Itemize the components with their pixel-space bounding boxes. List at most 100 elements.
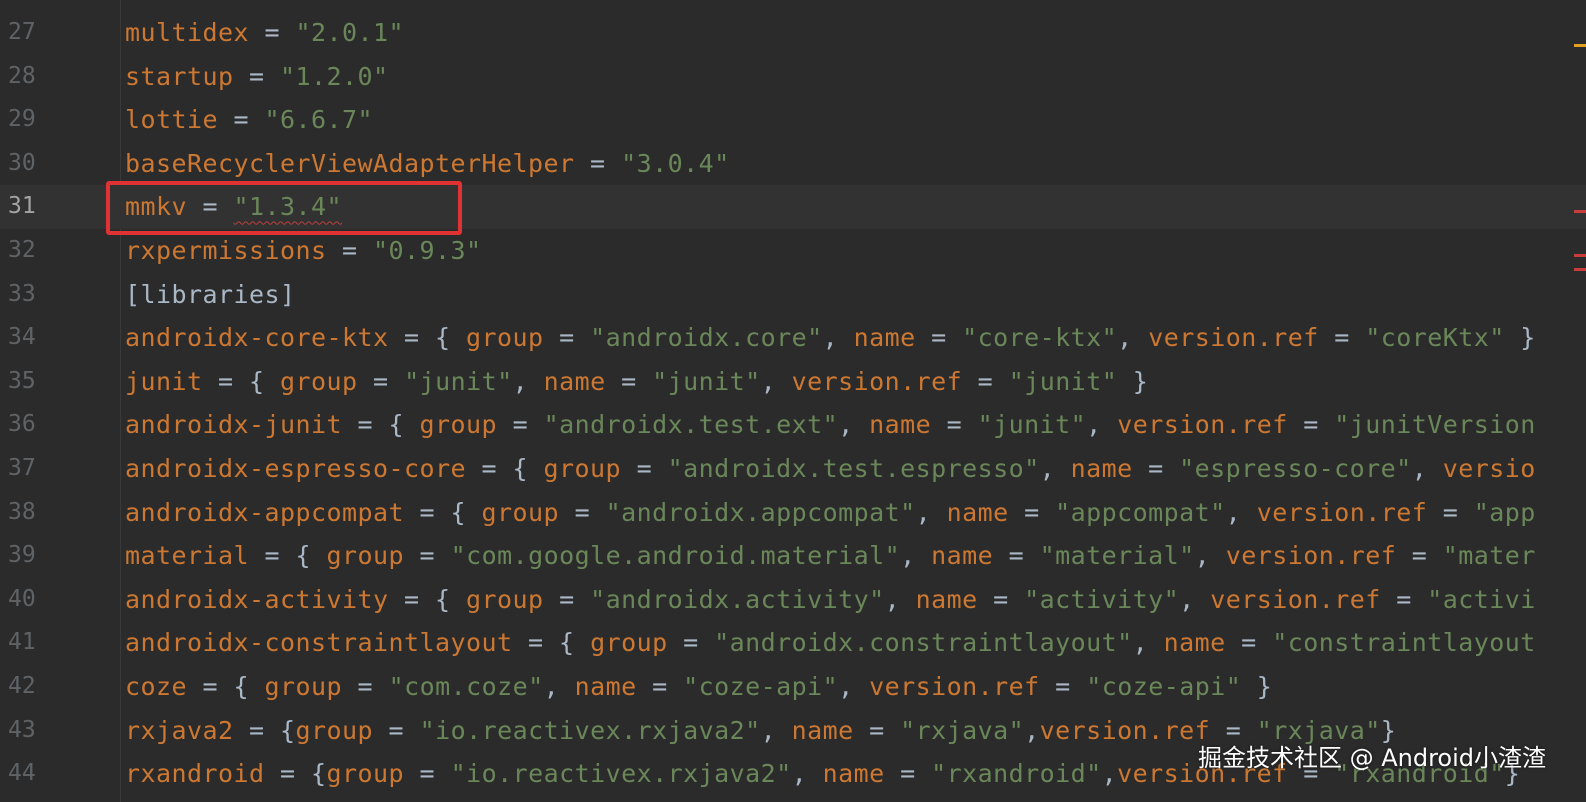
- code-line[interactable]: 40 androidx-activity = { group = "android…: [0, 578, 1586, 622]
- code-token: "junit": [652, 366, 761, 396]
- code-token: ,: [760, 366, 792, 396]
- code-editor[interactable]: 27 multidex = "2.0.1" 28 startup = "1.2.0" 2…: [0, 11, 1586, 796]
- code-text: startup = "1.2.0": [125, 55, 389, 99]
- code-token: ,: [1225, 497, 1257, 527]
- code-token: = {: [233, 715, 296, 745]
- line-number: 37: [8, 454, 36, 481]
- code-token: "coreKtx": [1365, 323, 1505, 353]
- code-token: group: [466, 584, 544, 614]
- code-line[interactable]: 27 multidex = "2.0.1": [0, 11, 1586, 55]
- code-token: =: [1039, 671, 1087, 701]
- line-number: 44: [8, 760, 36, 787]
- line-number: 35: [8, 367, 36, 394]
- code-line[interactable]: 37 androidx-espresso-core = { group = "an…: [0, 447, 1586, 491]
- code-token: name: [543, 366, 606, 396]
- code-token: "0.9.3": [373, 235, 482, 265]
- code-token: lottie: [125, 105, 219, 135]
- code-line[interactable]: 42 coze = { group = "com.coze", name = "c…: [0, 665, 1586, 709]
- code-token: versio: [1442, 453, 1536, 483]
- code-token: =: [1427, 497, 1474, 527]
- code-token: name: [1070, 453, 1133, 483]
- code-text: material = { group = "com.google.android…: [125, 534, 1536, 578]
- code-token: version.ref: [1225, 541, 1397, 571]
- code-token: "com.coze": [388, 671, 544, 701]
- code-token: = {: [264, 759, 327, 789]
- code-token: ,: [1086, 410, 1118, 440]
- code-line[interactable]: 38 androidx-appcompat = { group = "androi…: [0, 491, 1586, 535]
- code-token: =: [605, 366, 653, 396]
- line-number: 32: [8, 236, 36, 263]
- code-line[interactable]: 34 androidx-core-ktx = { group = "android…: [0, 316, 1586, 360]
- code-token: group: [419, 410, 498, 440]
- code-token: }: [1241, 671, 1273, 701]
- code-token: = {: [512, 628, 591, 658]
- code-token: "app: [1473, 497, 1536, 527]
- code-token: multidex: [125, 18, 250, 47]
- code-token: "activity": [1024, 584, 1180, 614]
- code-token: ,: [915, 497, 947, 527]
- line-number: 30: [8, 149, 36, 176]
- code-text: [libraries]: [125, 273, 296, 317]
- code-token: =: [915, 323, 963, 353]
- code-text: androidx-core-ktx = { group = "androidx.…: [125, 316, 1536, 360]
- code-token: }: [1117, 366, 1149, 396]
- code-token: group: [295, 715, 374, 745]
- line-number: 28: [8, 62, 36, 89]
- code-line[interactable]: 32 rxpermissions = "0.9.3": [0, 229, 1586, 273]
- code-token: material: [125, 541, 250, 571]
- code-token: =: [1132, 453, 1180, 483]
- code-token: "junit": [1008, 366, 1118, 396]
- code-token: = {: [404, 497, 482, 527]
- code-token: coze: [125, 671, 188, 701]
- code-line[interactable]: 29 lottie = "6.6.7": [0, 98, 1586, 142]
- code-text: junit = { group = "junit", name = "junit…: [125, 360, 1148, 404]
- code-token: name: [946, 497, 1009, 527]
- code-line[interactable]: 33 [libraries]: [0, 273, 1586, 317]
- code-token: "rxjava": [900, 715, 1025, 745]
- code-text: androidx-appcompat = { group = "androidx…: [125, 491, 1536, 535]
- code-token: =: [497, 410, 544, 440]
- code-token: ,: [838, 410, 870, 440]
- code-token: =: [574, 148, 622, 178]
- code-token: "androidx.appcompat": [605, 497, 916, 527]
- code-token: "androidx.core": [590, 323, 823, 353]
- code-token: =: [559, 497, 606, 527]
- code-token: =: [1225, 628, 1273, 658]
- code-token: [libraries]: [125, 279, 296, 309]
- code-text: androidx-junit = { group = "androidx.tes…: [125, 403, 1536, 447]
- code-token: =: [977, 584, 1025, 614]
- code-line[interactable]: 30 baseRecyclerViewAdapterHelper = "3.0.4…: [0, 142, 1586, 186]
- code-line[interactable]: 36 androidx-junit = { group = "androidx.t…: [0, 403, 1586, 447]
- code-token: group: [326, 541, 405, 571]
- code-token: rxjava2: [125, 715, 234, 745]
- code-token: "androidx.constraintlayout": [714, 628, 1133, 658]
- code-token: "junitVersion: [1334, 410, 1536, 440]
- code-line[interactable]: 41 androidx-constraintlayout = { group = …: [0, 621, 1586, 665]
- code-line[interactable]: 28 startup = "1.2.0": [0, 55, 1586, 99]
- scrollbar-error-marker: [1574, 254, 1586, 257]
- code-token: version.ref: [1210, 584, 1381, 614]
- code-text: androidx-espresso-core = { group = "andr…: [125, 447, 1536, 491]
- code-token: ,: [1039, 453, 1071, 483]
- code-token: "coze-api": [1086, 671, 1242, 701]
- code-token: "core-ktx": [962, 323, 1118, 353]
- code-line[interactable]: 35 junit = { group = "junit", name = "jun…: [0, 360, 1586, 404]
- code-token: "androidx.activity": [590, 584, 885, 614]
- code-token: = {: [466, 453, 544, 483]
- code-token: "rxandroid": [931, 759, 1102, 789]
- code-token: androidx-activity: [125, 584, 389, 614]
- code-text: androidx-constraintlayout = { group = "a…: [125, 621, 1536, 665]
- line-number: 33: [8, 280, 36, 307]
- code-token: "androidx.test.espresso": [667, 453, 1040, 483]
- code-token: version.ref: [791, 366, 963, 396]
- code-token: "3.0.4": [621, 148, 730, 178]
- code-token: =: [853, 715, 901, 745]
- code-token: group: [590, 628, 668, 658]
- code-token: version.ref: [869, 671, 1040, 701]
- code-line[interactable]: 39 material = { group = "com.google.andro…: [0, 534, 1586, 578]
- code-token: =: [233, 61, 281, 91]
- code-token: androidx-espresso-core: [125, 453, 467, 483]
- code-token: =: [404, 541, 451, 571]
- line-number: 39: [8, 542, 36, 569]
- line-number: 27: [8, 19, 36, 45]
